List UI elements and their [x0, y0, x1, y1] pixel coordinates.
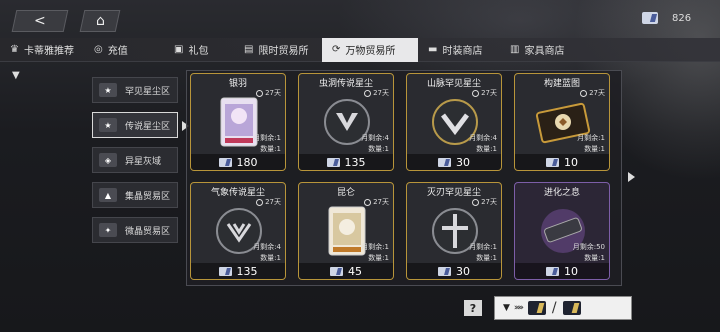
item-name: 进化之息	[543, 188, 580, 198]
quantity: 数量:1	[368, 145, 389, 153]
quantity: 数量:1	[476, 254, 497, 262]
monthly-remaining: 月剩余:1	[253, 134, 281, 142]
rare-stardust-icon: ★	[99, 83, 117, 97]
tab-outfit-shop[interactable]: ▬ 时装商店	[418, 38, 500, 62]
sidebar-item-legend-stardust[interactable]: ★ 传说星尘区	[92, 112, 189, 138]
currency-exchange-button[interactable]: ▼ ››››› /	[494, 296, 632, 320]
price: 180	[191, 154, 285, 170]
gift-icon: ▣	[174, 44, 184, 55]
tab-gift[interactable]: ▣ 礼包	[164, 38, 234, 62]
price: 10	[515, 154, 609, 170]
currency-gold-icon	[527, 301, 546, 315]
currency-icon	[438, 266, 451, 276]
chevron-icon: ▼	[503, 303, 510, 313]
shop-item-card[interactable]: 构建蓝图 27天 月剩余:1 数量:1 10	[514, 73, 610, 171]
monthly-remaining: 月剩余:4	[253, 243, 281, 251]
sidebar-item-crystal[interactable]: ▲ 集晶贸易区	[92, 182, 178, 208]
shop-item-card[interactable]: 昆仑 27天 月剩余:1 数量:1 45	[298, 182, 394, 280]
sidebar-item-micro-crystal[interactable]: ✦ 微晶贸易区	[92, 217, 178, 243]
shop-item-card[interactable]: 气象传说星尘 27天 月剩余:4 数量:1 135	[190, 182, 286, 280]
back-button[interactable]: <	[11, 10, 69, 32]
currency-icon	[546, 157, 559, 167]
price: 10	[515, 263, 609, 279]
legend-stardust-icon: ★	[99, 118, 117, 132]
quantity: 数量:1	[584, 254, 605, 262]
sidebar: ★ 罕见星尘区 ★ 传说星尘区 ◈ 异星灰域 ▲ 集晶贸易区 ✦ 微晶贸易区	[92, 77, 189, 252]
monthly-remaining: 月剩余:1	[577, 134, 605, 142]
chevrons: ›››››	[513, 303, 524, 313]
tab-katya-recommend[interactable]: ♛ 卡蒂雅推荐	[0, 38, 84, 62]
clock-trade-icon: ▤	[244, 44, 254, 55]
monthly-remaining: 月剩余:4	[361, 134, 389, 142]
shop-item-card[interactable]: 进化之息 月剩余:50 数量:1 10	[514, 182, 610, 280]
crystal-icon: ▲	[99, 188, 117, 202]
quantity: 数量:1	[368, 254, 389, 262]
currency-icon	[642, 12, 658, 24]
price: 135	[299, 154, 393, 170]
monthly-remaining: 月剩余:1	[469, 243, 497, 251]
currency-icon	[218, 266, 232, 276]
currency-blue-icon	[562, 301, 581, 315]
quantity: 数量:1	[260, 254, 281, 262]
trade-icon: ⟳	[332, 44, 341, 55]
next-page-arrow-icon[interactable]	[628, 172, 635, 182]
sidebar-item-gray-zone[interactable]: ◈ 异星灰域	[92, 147, 178, 173]
quantity: 数量:1	[476, 145, 497, 153]
currency-display: 826	[642, 12, 691, 24]
price: 45	[299, 263, 393, 279]
price: 135	[191, 263, 285, 279]
currency-icon	[218, 157, 232, 167]
coin-icon: ◎	[94, 44, 103, 55]
back-arrow-icon: <	[34, 13, 46, 29]
monthly-remaining: 月剩余:4	[469, 134, 497, 142]
collapse-arrow-icon[interactable]: ▼	[12, 70, 20, 81]
divider: /	[551, 300, 557, 316]
tab-recharge[interactable]: ◎ 充值	[84, 38, 164, 62]
currency-icon	[326, 157, 340, 167]
gray-zone-icon: ◈	[99, 153, 117, 167]
price: 30	[407, 263, 501, 279]
home-button[interactable]: ⌂	[79, 10, 121, 32]
currency-icon	[438, 157, 451, 167]
tab-furniture-shop[interactable]: ▥ 家具商店	[500, 38, 582, 62]
currency-icon	[546, 266, 559, 276]
monthly-remaining: 月剩余:50	[572, 243, 605, 251]
micro-crystal-icon: ✦	[99, 223, 117, 237]
quantity: 数量:1	[260, 145, 281, 153]
shop-item-card[interactable]: 银羽 27天 月剩余:1 数量:1 180	[190, 73, 286, 171]
shop-item-card[interactable]: 虫洞传说星尘 27天 月剩余:4 数量:1 135	[298, 73, 394, 171]
tab-bar: ♛ 卡蒂雅推荐 ◎ 充值 ▣ 礼包 ▤ 限时贸易所 ⟳ 万物贸易所 ▬ 时装商店…	[0, 37, 720, 62]
currency-icon	[330, 266, 343, 276]
furniture-icon: ▥	[510, 44, 520, 55]
help-button[interactable]: ?	[464, 300, 482, 316]
tab-limited-trade[interactable]: ▤ 限时贸易所	[234, 38, 322, 62]
sidebar-item-rare-stardust[interactable]: ★ 罕见星尘区	[92, 77, 178, 103]
currency-value: 826	[672, 12, 692, 24]
agent-icon: ♛	[10, 44, 19, 55]
price: 30	[407, 154, 501, 170]
shop-item-card[interactable]: 山脉罕见星尘 27天 月剩余:4 数量:1 30	[406, 73, 502, 171]
outfit-icon: ▬	[428, 44, 438, 55]
quantity: 数量:1	[584, 145, 605, 153]
tab-all-trade[interactable]: ⟳ 万物贸易所	[322, 37, 418, 62]
shop-item-card[interactable]: 灭刃罕见星尘 27天 月剩余:1 数量:1 30	[406, 182, 502, 280]
monthly-remaining: 月剩余:1	[361, 243, 389, 251]
home-icon: ⌂	[95, 13, 105, 29]
